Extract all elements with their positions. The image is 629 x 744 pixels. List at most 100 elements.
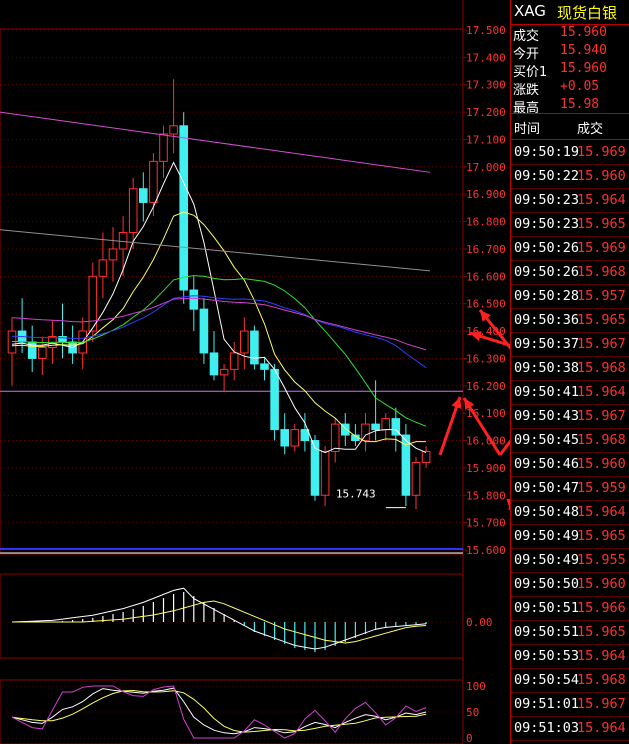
candle-body [139,188,148,203]
y-tick-label: 16.500 [466,298,506,311]
price-chart[interactable]: 17.500 17.400 17.300 17.200 17.100 17.000 16.9… [0,0,510,744]
tick-row[interactable]: 09:50:54 15.968 [511,669,629,693]
tick-time: 09:50:41 [514,384,580,400]
candle-body [260,363,269,370]
tick-time: 09:50:43 [514,408,580,424]
quote-value: 15.960 [560,61,607,76]
tick-row[interactable]: 09:50:51 15.966 [511,597,629,621]
candle-body [38,346,47,359]
candle-body [149,160,158,203]
macd-dif-line [11,587,427,650]
candle-body [240,330,249,354]
kdj-tick-label: 100 [466,680,486,693]
y-tick-label: 16.900 [466,188,506,201]
candle-body [421,450,431,463]
y-tick-label: 16.700 [466,243,506,256]
symbol-header: XAG 现货白银 [511,0,629,25]
tick-time: 09:50:26 [514,264,580,280]
tick-time: 09:50:50 [514,576,580,592]
tick-row[interactable]: 09:50:53 15.964 [511,645,629,669]
symbol-name: 现货白银 [557,4,618,22]
ticks-header: 时间 成交 [511,116,629,138]
tick-row[interactable]: 09:50:49 15.965 [511,525,629,549]
quote-row: 今开 15.940 [511,43,629,62]
tick-row[interactable]: 09:50:36 15.965 [511,309,629,333]
tick-row[interactable]: 09:50:22 15.960 [511,165,629,189]
y-tick-label: 17.100 [466,133,506,146]
tick-row[interactable]: 09:50:50 15.960 [511,573,629,597]
tick-time: 09:50:48 [514,504,580,520]
y-tick-label: 16.000 [466,435,506,448]
tick-time: 09:50:37 [514,336,580,352]
candle-body [108,248,118,261]
low-annotation: 15.743 [336,487,376,500]
y-tick-label: 16.200 [466,380,506,393]
tick-time: 09:50:38 [514,360,580,376]
tick-row[interactable]: 09:50:26 15.968 [511,261,629,285]
tick-price: 15.969 [577,240,626,256]
tick-price: 15.968 [577,672,626,688]
candle-body [229,352,239,370]
tick-price: 15.960 [577,168,626,184]
tick-price: 15.960 [577,456,626,472]
tick-price: 15.967 [577,696,626,712]
annotation-arrowhead [451,397,462,409]
kdj-tick-label: 50 [466,706,479,719]
tick-time: 09:50:26 [514,240,580,256]
y-tick-label: 15.600 [466,544,506,557]
candle-body [270,368,279,431]
candle-body [250,330,259,365]
y-tick-label: 15.900 [466,462,506,475]
kdj-d-line [11,689,427,733]
tick-row[interactable]: 09:50:23 15.964 [511,189,629,213]
macd-dea-line [12,600,427,644]
y-tick-label: 17.000 [466,161,506,174]
ma-long-line [0,111,431,173]
quote-label: 买价1 [513,65,548,80]
quote-label: 今开 [513,47,540,62]
tick-row[interactable]: 09:50:23 15.965 [511,213,629,237]
quote-panel: XAG 现货白银 成交 15.960 今开 15.940 买价1 15.960 涨跌 +0.0… [510,0,629,744]
tick-time: 09:51:01 [514,696,580,712]
tick-price: 15.966 [577,600,626,616]
y-tick-label: 17.300 [466,79,506,92]
tick-price: 15.959 [577,480,626,496]
candle-body [179,125,188,291]
kdj-j-line [11,685,427,739]
tick-row[interactable]: 09:50:19 15.969 [511,141,629,165]
tick-row[interactable]: 09:50:41 15.964 [511,381,629,405]
tick-row[interactable]: 09:51:01 15.967 [511,693,629,717]
tick-row[interactable]: 09:50:48 15.964 [511,501,629,525]
tick-row[interactable]: 09:50:49 15.955 [511,549,629,573]
tick-time: 09:50:49 [514,552,580,568]
tick-row[interactable]: 09:50:28 15.957 [511,285,629,309]
y-tick-label: 17.400 [466,51,506,64]
tick-price: 15.968 [577,432,626,448]
tick-row[interactable]: 09:50:26 15.969 [511,237,629,261]
quote-row: 涨跌 +0.05 [511,79,629,98]
quote-value: 15.98 [560,97,600,112]
candle-body [169,125,178,135]
tick-time: 09:50:19 [514,144,580,160]
tick-row[interactable]: 09:50:46 15.960 [511,453,629,477]
candle-body [128,188,138,234]
ticks-header-price: 成交 [577,122,604,137]
tick-row[interactable]: 09:50:43 15.967 [511,405,629,429]
tick-row[interactable]: 09:50:38 15.968 [511,357,629,381]
tick-price: 15.969 [577,144,626,160]
tick-time: 09:50:22 [514,168,580,184]
tick-row[interactable]: 09:50:47 15.959 [511,477,629,501]
tick-price: 15.965 [577,216,626,232]
tick-price: 15.964 [577,192,626,208]
candle-body [320,450,330,496]
tick-price: 15.968 [577,360,626,376]
quote-row: 买价1 15.960 [511,61,629,80]
tick-row[interactable]: 09:50:37 15.967 [511,333,629,357]
tick-row[interactable]: 09:50:45 15.968 [511,429,629,453]
tick-row[interactable]: 09:51:03 15.964 [511,717,629,741]
tick-time: 09:50:46 [514,456,580,472]
tick-price: 15.964 [577,384,626,400]
tick-time: 09:50:45 [514,432,580,448]
tick-row[interactable]: 09:50:51 15.965 [511,621,629,645]
tick-time: 09:50:23 [514,192,580,208]
